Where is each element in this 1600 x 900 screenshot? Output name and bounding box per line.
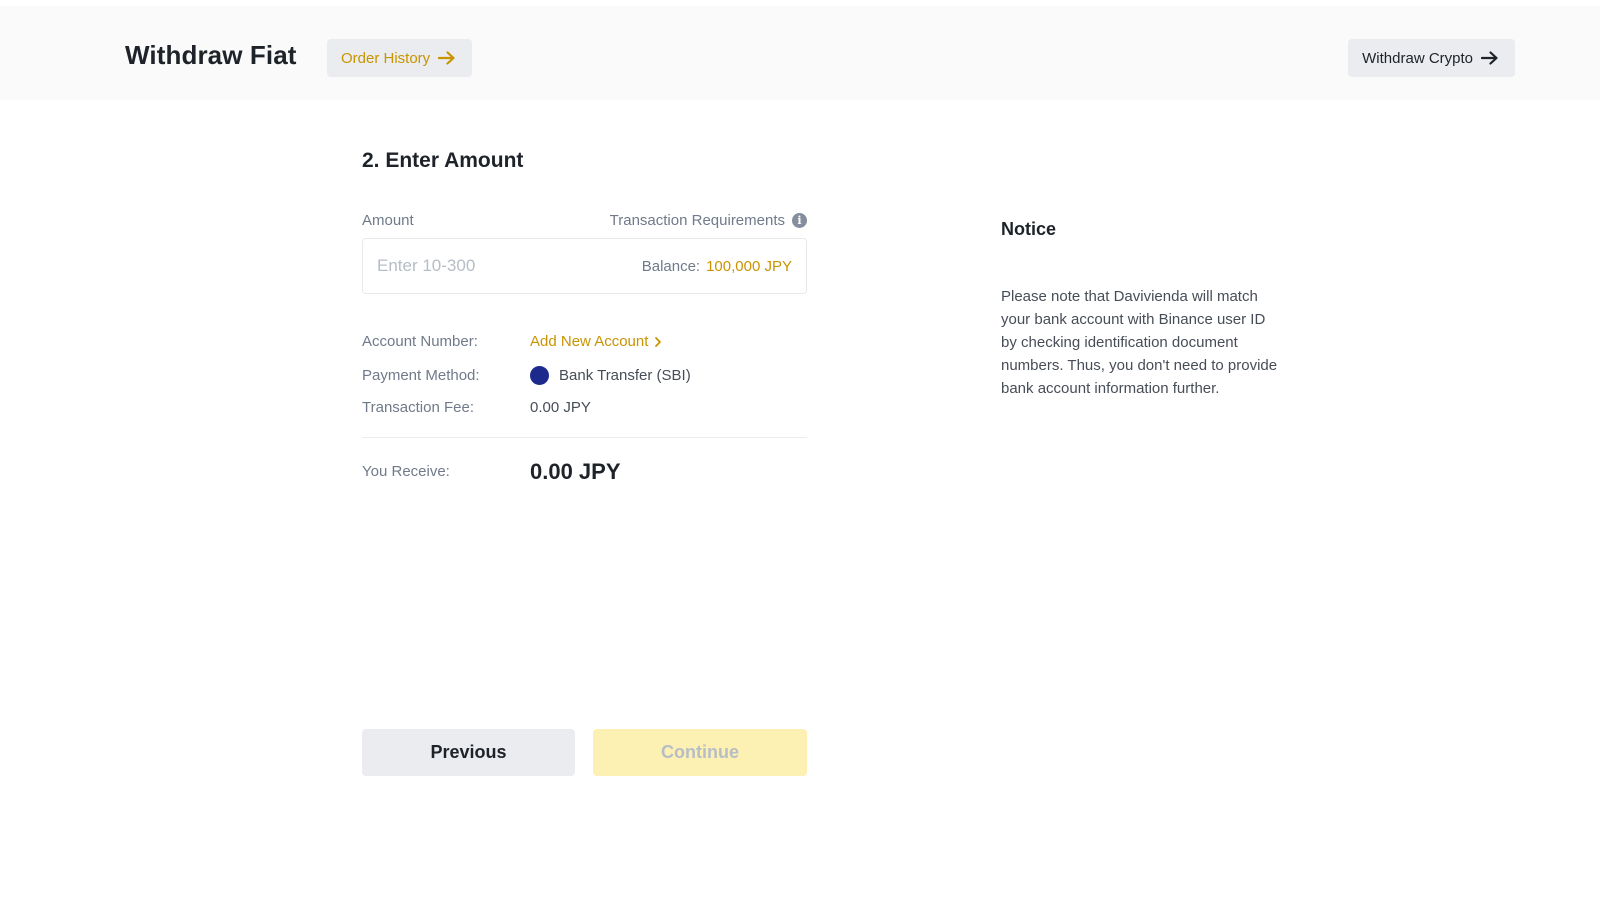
payment-method-text: Bank Transfer (SBI) [559,367,691,384]
account-number-label: Account Number: [362,333,478,350]
withdraw-crypto-label: Withdraw Crypto [1362,49,1473,67]
you-receive-value: 0.00 JPY [530,459,621,484]
account-number-row: Account Number: Add New Account [362,333,807,350]
transaction-requirements-label: Transaction Requirements [609,212,785,229]
transaction-fee-label: Transaction Fee: [362,399,474,416]
payment-method-row: Payment Method: Bank Transfer (SBI) [362,366,807,385]
balance: Balance: 100,000 JPY [642,258,792,275]
amount-label: Amount [362,212,414,229]
amount-field[interactable]: Balance: 100,000 JPY [362,238,807,294]
transaction-fee-value: 0.00 JPY [530,399,591,416]
balance-label: Balance: [641,257,701,275]
balance-value: 100,000 JPY [706,257,792,275]
continue-button[interactable]: Continue [593,729,807,776]
withdraw-crypto-button[interactable]: Withdraw Crypto [1348,39,1515,77]
transaction-fee-row: Transaction Fee: 0.00 JPY [362,399,807,416]
arrow-right-icon [1481,51,1498,65]
order-history-button[interactable]: Order History [327,39,473,77]
you-receive-label: You Receive: [362,463,450,480]
page-title: Withdraw Fiat [125,40,297,70]
page-header: Withdraw Fiat Order History Withdraw Cry… [0,6,1600,100]
info-icon[interactable]: i [792,213,807,228]
payment-method-value: Bank Transfer (SBI) [530,366,691,385]
amount-input[interactable] [377,256,577,276]
bank-logo-icon [530,366,549,385]
chevron-right-icon [655,336,662,347]
notice-title: Notice [1001,219,1057,239]
add-new-account-link[interactable]: Add New Account [530,333,662,350]
order-history-label: Order History [341,49,431,67]
step-title: 2. Enter Amount [362,149,524,172]
divider [362,437,807,438]
notice-text: Please note that Davivienda will match y… [1001,288,1278,397]
transaction-requirements[interactable]: Transaction Requirements i [610,212,807,229]
arrow-right-icon [438,51,455,65]
add-new-account-label: Add New Account [530,333,649,350]
previous-button[interactable]: Previous [362,729,575,776]
payment-method-label: Payment Method: [362,367,480,384]
